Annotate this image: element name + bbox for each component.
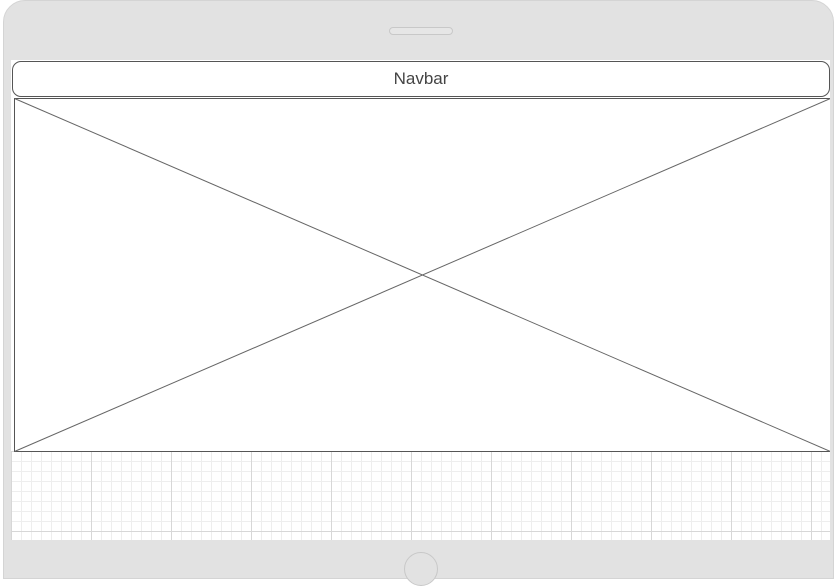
image-placeholder-icon — [14, 98, 830, 452]
speaker-slot-icon — [389, 27, 453, 35]
navbar-label: Navbar — [393, 69, 449, 88]
tablet-device-frame: Navbar — [3, 0, 834, 586]
home-button-icon[interactable] — [404, 552, 438, 586]
tablet-screen: Navbar — [11, 60, 830, 540]
empty-canvas-grid — [11, 451, 830, 540]
navbar[interactable]: Navbar — [12, 61, 830, 97]
